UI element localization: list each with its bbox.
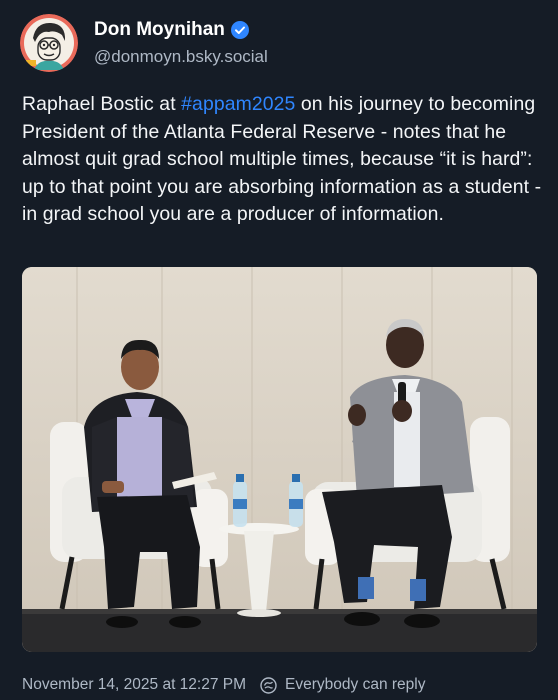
anyone-can-reply-icon bbox=[260, 676, 277, 694]
author-avatar[interactable] bbox=[20, 14, 78, 72]
post-text: Raphael Bostic at #appam2025 on his jour… bbox=[22, 91, 542, 229]
author-display-name[interactable]: Don Moynihan bbox=[94, 18, 225, 42]
verified-check-icon[interactable] bbox=[230, 20, 249, 39]
post-timestamp[interactable]: November 14, 2025 at 12:27 PM bbox=[22, 676, 246, 694]
cartoon-avatar-icon bbox=[20, 14, 78, 72]
stage-photo bbox=[22, 267, 537, 652]
display-name-row: Don Moynihan bbox=[94, 18, 268, 42]
post-footer: November 14, 2025 at 12:27 PM Everybody … bbox=[22, 676, 425, 694]
author-handle[interactable]: @donmoyn.bsky.social bbox=[94, 45, 268, 69]
author-names: Don Moynihan @donmoyn.bsky.social bbox=[94, 18, 268, 69]
post-header: Don Moynihan @donmoyn.bsky.social bbox=[20, 14, 268, 72]
post-card: Don Moynihan @donmoyn.bsky.social Raphae… bbox=[0, 0, 558, 700]
hashtag-link[interactable]: #appam2025 bbox=[181, 93, 295, 115]
post-photo[interactable] bbox=[22, 267, 537, 652]
reply-setting-label[interactable]: Everybody can reply bbox=[285, 676, 425, 694]
post-text-start: Raphael Bostic at bbox=[22, 93, 182, 115]
